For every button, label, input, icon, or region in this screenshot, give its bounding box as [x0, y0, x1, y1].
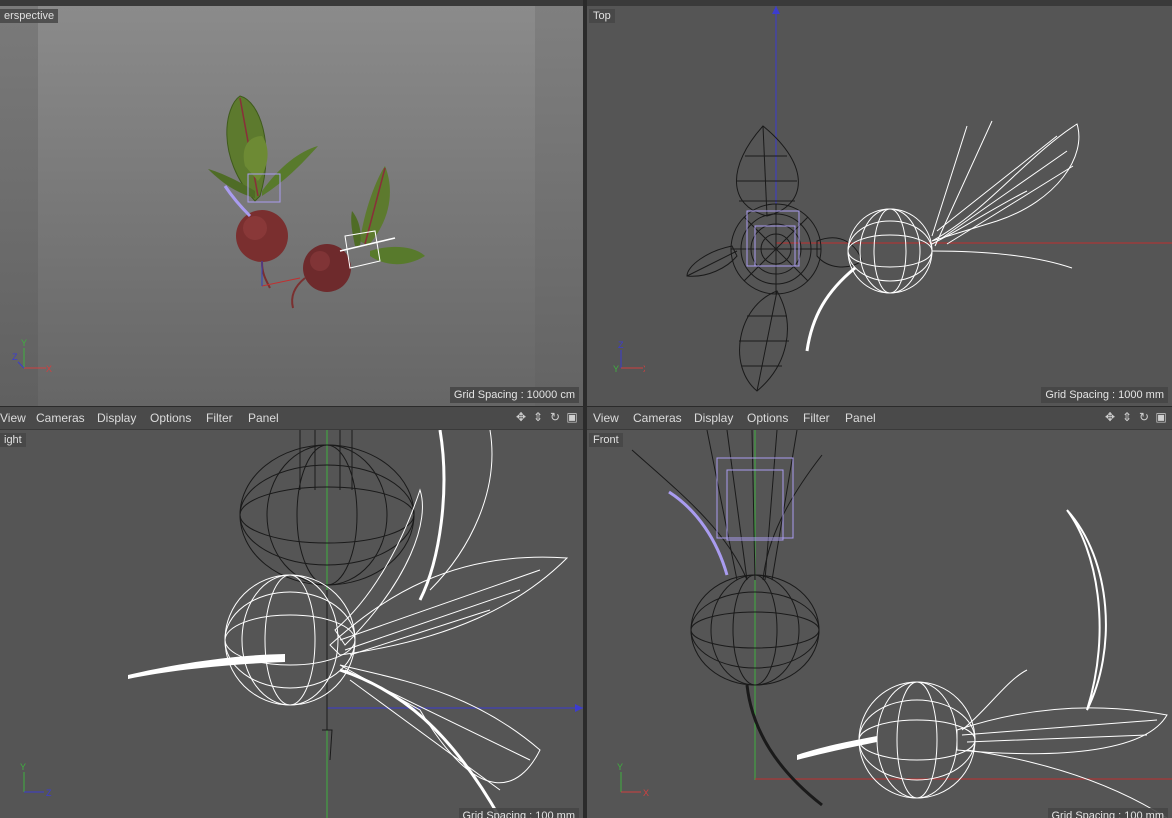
viewport-divider-vertical[interactable] [583, 0, 587, 818]
axis-z-label: Z [46, 788, 52, 796]
viewport-menubar-left: View Cameras Display Options Filter Pane… [0, 407, 583, 430]
axis-y-label: Y [617, 762, 623, 772]
toggle-panel-icon[interactable]: ▣ [565, 410, 579, 424]
menu-options[interactable]: Options [747, 411, 788, 425]
axis-y-label: Y [20, 762, 26, 772]
menu-view[interactable]: View [593, 411, 619, 425]
toggle-panel-icon[interactable]: ▣ [1154, 410, 1168, 424]
menu-display[interactable]: Display [694, 411, 733, 425]
grid-spacing-right: Grid Spacing : 100 mm [458, 808, 579, 818]
move-view-icon[interactable]: ✥ [1103, 410, 1117, 424]
axis-x-label: X [643, 788, 649, 796]
axis-x-label: X [46, 364, 52, 374]
nav-icons-right: ✥ ⇕ ↻ ▣ [1103, 410, 1168, 426]
menu-display[interactable]: Display [97, 411, 136, 425]
menu-cameras[interactable]: Cameras [633, 411, 682, 425]
viewport-label-perspective[interactable]: erspective [0, 9, 59, 23]
menu-filter[interactable]: Filter [803, 411, 830, 425]
menu-cameras[interactable]: Cameras [36, 411, 85, 425]
right-axis-gizmo: Y Z [20, 762, 52, 796]
right-scene [128, 430, 583, 818]
nav-icons-left: ✥ ⇕ ↻ ▣ [514, 410, 579, 426]
grid-spacing-perspective: Grid Spacing : 10000 cm [449, 387, 579, 403]
dolly-view-icon[interactable]: ⇕ [531, 410, 545, 424]
viewport-top[interactable]: Z Y X Top Grid Spacing : 1000 mm [587, 6, 1172, 406]
perspective-scene [208, 95, 425, 309]
axis-z-label: Z [618, 340, 624, 350]
rotate-view-icon[interactable]: ↻ [1137, 410, 1151, 424]
axis-z-label: Z [12, 352, 18, 362]
viewport-menubar-right: View Cameras Display Options Filter Pane… [587, 407, 1172, 430]
viewport-label-top[interactable]: Top [589, 9, 615, 23]
menu-options[interactable]: Options [150, 411, 191, 425]
axis-x-label: X [643, 364, 645, 374]
perspective-axis-gizmo: Y Z X [12, 338, 52, 374]
viewport-front[interactable]: Y X Front Grid Spacing : 100 mm [587, 430, 1172, 818]
rotate-view-icon[interactable]: ↻ [548, 410, 562, 424]
grid-spacing-front: Grid Spacing : 100 mm [1047, 808, 1168, 818]
menu-panel[interactable]: Panel [248, 411, 279, 425]
move-view-icon[interactable]: ✥ [514, 410, 528, 424]
viewport-perspective[interactable]: Y Z X erspective Grid Spacing : 10000 cm [0, 6, 583, 406]
top-scene [686, 6, 1172, 392]
viewport-label-front[interactable]: Front [589, 433, 623, 447]
axis-y-label: Y [613, 364, 619, 374]
menu-filter[interactable]: Filter [206, 411, 233, 425]
viewport-right[interactable]: Y Z ight Grid Spacing : 100 mm [0, 430, 583, 818]
axis-y-label: Y [21, 338, 27, 348]
viewport-label-right[interactable]: ight [0, 433, 26, 447]
grid-spacing-top: Grid Spacing : 1000 mm [1041, 387, 1168, 403]
front-scene [631, 430, 1172, 818]
dolly-view-icon[interactable]: ⇕ [1120, 410, 1134, 424]
menu-panel[interactable]: Panel [845, 411, 876, 425]
top-axis-gizmo: Z Y X [613, 340, 645, 374]
front-axis-gizmo: Y X [617, 762, 649, 796]
menu-view[interactable]: View [0, 411, 26, 425]
